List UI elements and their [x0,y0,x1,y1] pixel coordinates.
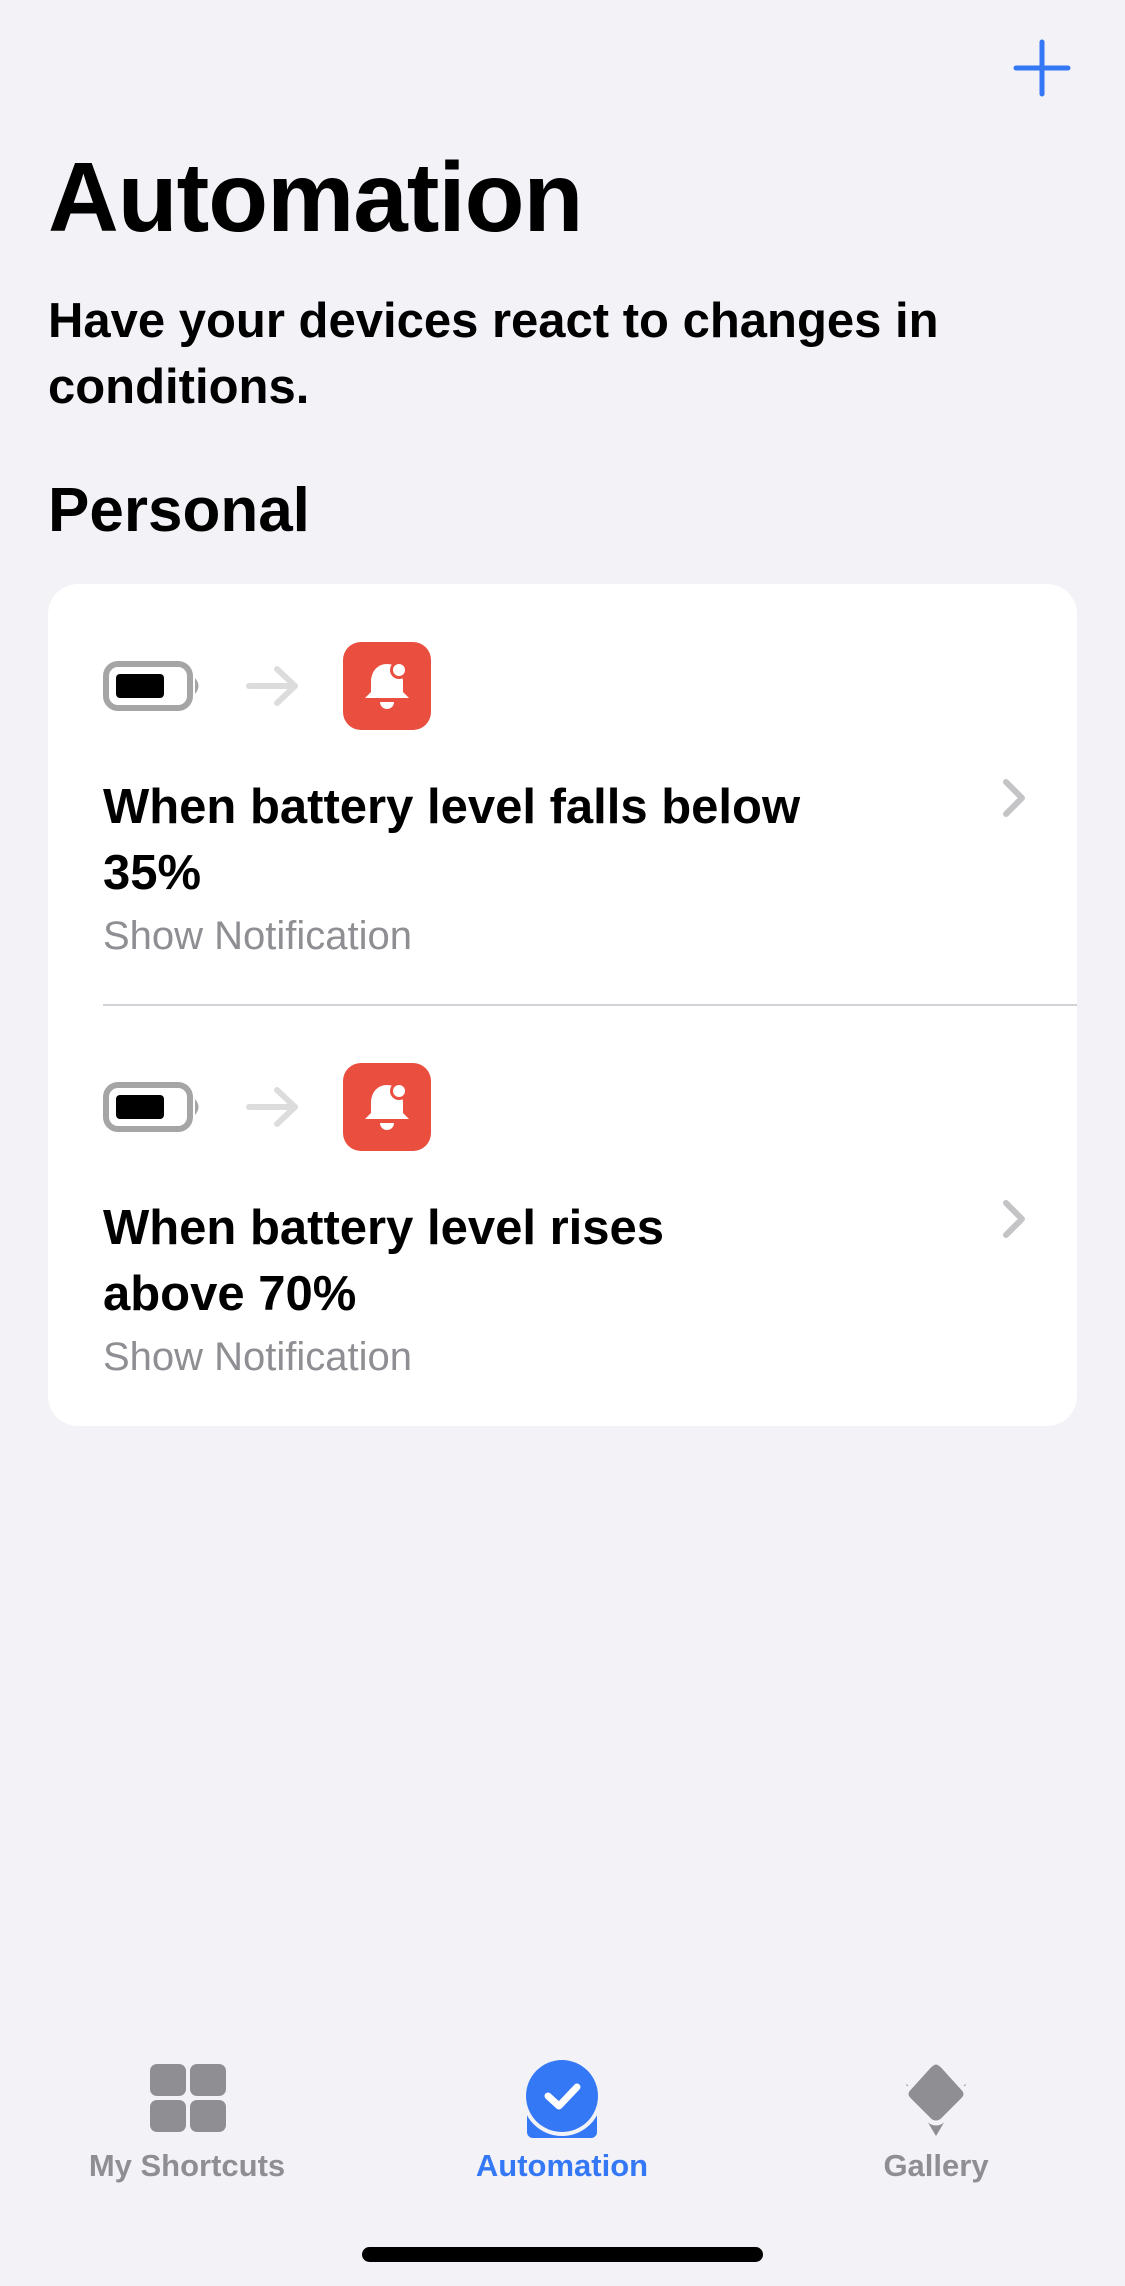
tab-label: My Shortcuts [88,2148,286,2183]
chevron-right-icon [1003,779,1025,817]
automation-action: Show Notification [103,1335,413,1379]
automation-title: When battery level rises above 70% [103,1201,665,1321]
automation-title: When battery level falls below 35% [103,780,801,900]
plus-icon [1013,39,1071,97]
layers-icon [903,2059,969,2136]
page-title: Automation [48,142,583,252]
tab-label: Gallery [883,2148,989,2183]
chevron-right-icon [1003,1200,1025,1238]
automation-action: Show Notification [103,914,413,958]
add-automation-button[interactable] [1012,38,1072,98]
tab-my-shortcuts[interactable]: My Shortcuts [37,2040,337,2190]
battery-icon [103,1082,199,1132]
automation-row[interactable]: When battery level rises above 70% Show … [48,1005,1077,1426]
home-indicator [362,2247,763,2262]
arrow-right-icon [246,1087,298,1127]
tab-gallery[interactable]: Gallery [786,2040,1086,2190]
battery-icon [103,661,199,711]
grid-icon [150,2064,226,2132]
automation-row[interactable]: When battery level falls below 35% Show … [48,584,1077,1006]
arrow-right-icon [246,666,298,706]
tab-automation[interactable]: Automation [412,2040,712,2190]
clock-check-icon [522,2056,602,2138]
automation-icons [103,1063,431,1151]
automation-icons [103,642,431,730]
section-title-personal: Personal [48,476,310,545]
automations-list: When battery level falls below 35% Show … [48,584,1077,1426]
page-subtitle: Have your devices react to changes in co… [48,294,939,414]
tab-bar: My Shortcuts Automation Gallery [0,2040,1125,2200]
notification-bell-icon [343,642,431,730]
tab-label: Automation [475,2148,649,2183]
notification-bell-icon [343,1063,431,1151]
